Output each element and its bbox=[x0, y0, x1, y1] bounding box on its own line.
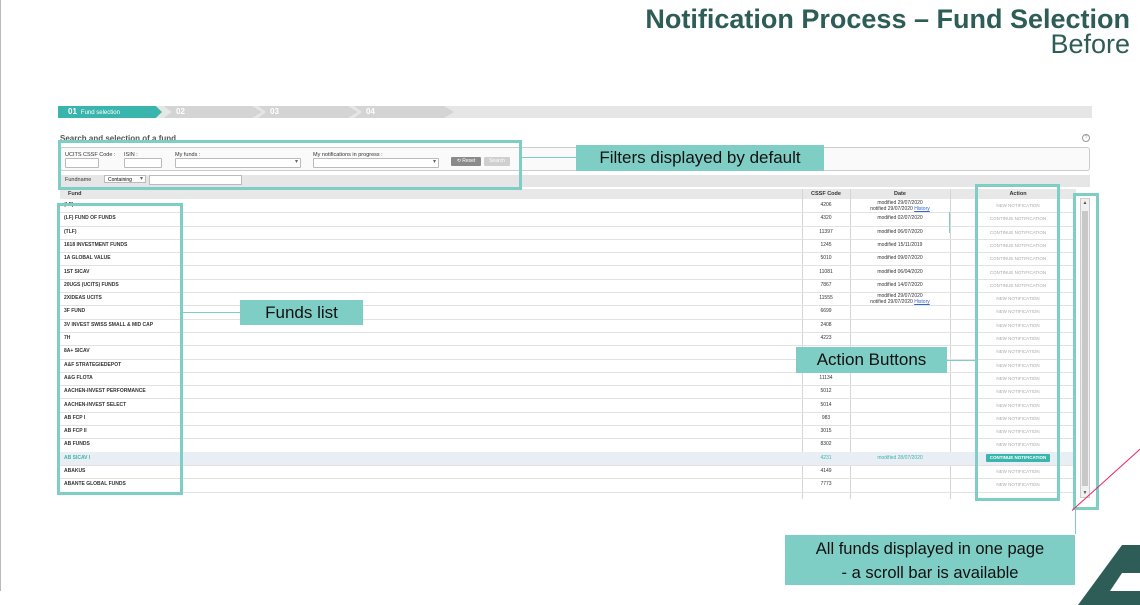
table-row[interactable]: 1ST SICAV 11081 modified 06/04/2020 CONTIN… bbox=[60, 266, 1076, 280]
cssf-code: 3015 bbox=[820, 428, 832, 435]
action-arrow bbox=[947, 360, 975, 361]
table-row[interactable]: 20UGS (UCITS) FUNDS 7867 modified 14/07/20… bbox=[60, 279, 1076, 294]
step-number: 03 bbox=[270, 107, 279, 116]
process-stepper: 01 Fund selection 02 03 04 bbox=[58, 106, 1092, 118]
cssf-code: 8302 bbox=[820, 441, 832, 448]
cssf-code: 5012 bbox=[820, 388, 832, 395]
fund-date: modified 14/07/2020 bbox=[850, 279, 950, 292]
step-3[interactable]: 03 bbox=[258, 106, 358, 118]
scroll-callout-line2: - a scroll bar is available bbox=[841, 564, 1019, 582]
cssf-code: 6699 bbox=[820, 308, 832, 315]
step-fund-selection[interactable]: 01 Fund selection bbox=[58, 106, 162, 118]
table-row[interactable]: A&G FLOTA 11134 NEW NOTIFICATION bbox=[60, 372, 1076, 387]
date-notified: notified 29/07/2020 History bbox=[870, 299, 930, 306]
fund-date: modified 28/07/2020 bbox=[850, 452, 950, 465]
table-row[interactable]: 1A GLOBAL VALUE 5010 modified 09/07/2020 C… bbox=[60, 252, 1076, 267]
step-number: 04 bbox=[366, 107, 375, 116]
scroll-highlight bbox=[1073, 193, 1099, 510]
cssf-code: 4206 bbox=[820, 202, 832, 208]
step-2[interactable]: 02 bbox=[164, 106, 262, 118]
table-row[interactable]: AB FCP I 983 NEW NOTIFICATION bbox=[60, 412, 1076, 427]
date-modified: modified 14/07/2020 bbox=[877, 281, 923, 288]
filters-arrow bbox=[522, 157, 576, 158]
fund-date: modified 02/07/2020 bbox=[850, 212, 950, 225]
table-row[interactable]: AB FCP II 3015 NEW NOTIFICATION bbox=[60, 425, 1076, 440]
fund-date: modified 06/04/2020 bbox=[850, 266, 950, 279]
table-row[interactable]: 2XIDEAS UCITS 11555 modified 29/07/2020 not… bbox=[60, 292, 1076, 307]
slide-left-edge bbox=[0, 0, 1, 591]
step-4[interactable]: 04 bbox=[354, 106, 454, 118]
slide-title: Notification Process – Fund Selection Be… bbox=[645, 6, 1130, 58]
filters-highlight bbox=[58, 140, 522, 190]
step-label: Fund selection bbox=[80, 110, 120, 116]
action-arrow-up bbox=[949, 212, 950, 233]
funds-list-arrow bbox=[183, 312, 240, 313]
cssf-code: 4231 bbox=[820, 454, 832, 461]
table-row[interactable]: AB FUNDS 8302 NEW NOTIFICATION bbox=[60, 438, 1076, 453]
slide-title-sub: Before bbox=[1050, 29, 1130, 59]
filters-callout: Filters displayed by default bbox=[576, 145, 824, 171]
cssf-code: 4223 bbox=[820, 335, 832, 341]
history-link[interactable]: History bbox=[914, 299, 930, 305]
date-modified: modified 02/07/2020 bbox=[877, 215, 923, 222]
funds-list-highlight bbox=[57, 203, 183, 495]
cssf-code: 11134 bbox=[819, 374, 833, 381]
cssf-code: 11081 bbox=[819, 268, 833, 275]
table-row[interactable]: 7H 4223 NEW NOTIFICATION bbox=[60, 332, 1076, 347]
table-row[interactable]: ABAKUS 4149 NEW NOTIFICATION bbox=[60, 465, 1076, 480]
date-modified: modified 06/07/2020 bbox=[877, 228, 923, 235]
funds-list-callout: Funds list bbox=[240, 300, 363, 325]
table-row[interactable]: (TLF) 11397 modified 06/07/2020 CONTINUE N… bbox=[60, 226, 1076, 240]
scroll-arrow bbox=[1075, 510, 1076, 534]
fund-date: modified 15/11/2019 bbox=[850, 239, 950, 252]
step-number: 02 bbox=[176, 107, 185, 116]
table-row[interactable]: 1618 INVESTMENT FUNDS 1245 modified 15/11/… bbox=[60, 239, 1076, 254]
cssf-code: 7773 bbox=[820, 481, 832, 488]
cssf-code: 7867 bbox=[820, 281, 832, 288]
date-modified: modified 15/11/2019 bbox=[877, 241, 923, 248]
date-modified: modified 09/07/2020 bbox=[877, 255, 923, 262]
step-number: 01 bbox=[68, 107, 77, 116]
table-row[interactable]: ABANTE GLOBAL FUNDS 7773 NEW NOTIFICATION bbox=[60, 478, 1076, 493]
fund-date: modified 09/07/2020 bbox=[850, 252, 950, 265]
date-notified: notified 29/07/2020 History bbox=[870, 206, 930, 212]
scroll-callout: All funds displayed in one page - a scro… bbox=[785, 535, 1075, 585]
fund-date: modified 29/07/2020 notified 29/07/2020 H… bbox=[850, 199, 950, 213]
help-icon[interactable]: ? bbox=[1082, 134, 1090, 142]
table-row[interactable]: (LF) FUND OF FUNDS 4320 modified 02/07/202… bbox=[60, 212, 1076, 227]
cssf-code: 11397 bbox=[819, 228, 833, 235]
fund-date: modified 06/07/2020 bbox=[850, 226, 950, 239]
cssf-code: 2408 bbox=[820, 321, 832, 328]
history-link[interactable]: History bbox=[914, 206, 930, 212]
cssf-code: 5014 bbox=[820, 401, 832, 408]
cssf-code: 11555 bbox=[819, 295, 833, 302]
table-row[interactable]: AACHEN-INVEST SELECT 5014 NEW NOTIFICATIO… bbox=[60, 399, 1076, 413]
cssf-code: 5010 bbox=[820, 255, 832, 262]
header-fund: Fund bbox=[68, 191, 82, 197]
action-buttons-callout: Action Buttons bbox=[796, 347, 947, 373]
table-row[interactable]: AACHEN-INVEST PERFORMANCE 5012 NEW NOTIFI… bbox=[60, 385, 1076, 400]
header-code: CSSF Code bbox=[811, 191, 841, 197]
date-modified: modified 28/07/2020 bbox=[877, 454, 923, 461]
table-header: Fund CSSF Code Date Action bbox=[60, 189, 1076, 199]
date-modified: modified 06/04/2020 bbox=[877, 268, 923, 275]
fund-date: modified 29/07/2020 notified 29/07/2020 H… bbox=[850, 292, 950, 306]
header-date: Date bbox=[894, 191, 906, 197]
table-row[interactable]: (LF) 4206 modified 29/07/2020 notified 29/0… bbox=[60, 199, 1076, 214]
table-row[interactable]: AB SICAV I 4231 modified 28/07/2020 CONTIN… bbox=[60, 451, 1076, 466]
scroll-callout-line1: All funds displayed in one page bbox=[815, 540, 1045, 558]
cssf-code: 983 bbox=[821, 414, 831, 421]
cssf-code: 4149 bbox=[820, 468, 832, 474]
action-highlight bbox=[975, 184, 1060, 501]
table-row[interactable]: 3V INVEST SWISS SMALL & MID CAP 2408 NEW … bbox=[60, 319, 1076, 333]
cssf-code: 4320 bbox=[820, 215, 832, 222]
cssf-code: 1245 bbox=[820, 241, 832, 248]
